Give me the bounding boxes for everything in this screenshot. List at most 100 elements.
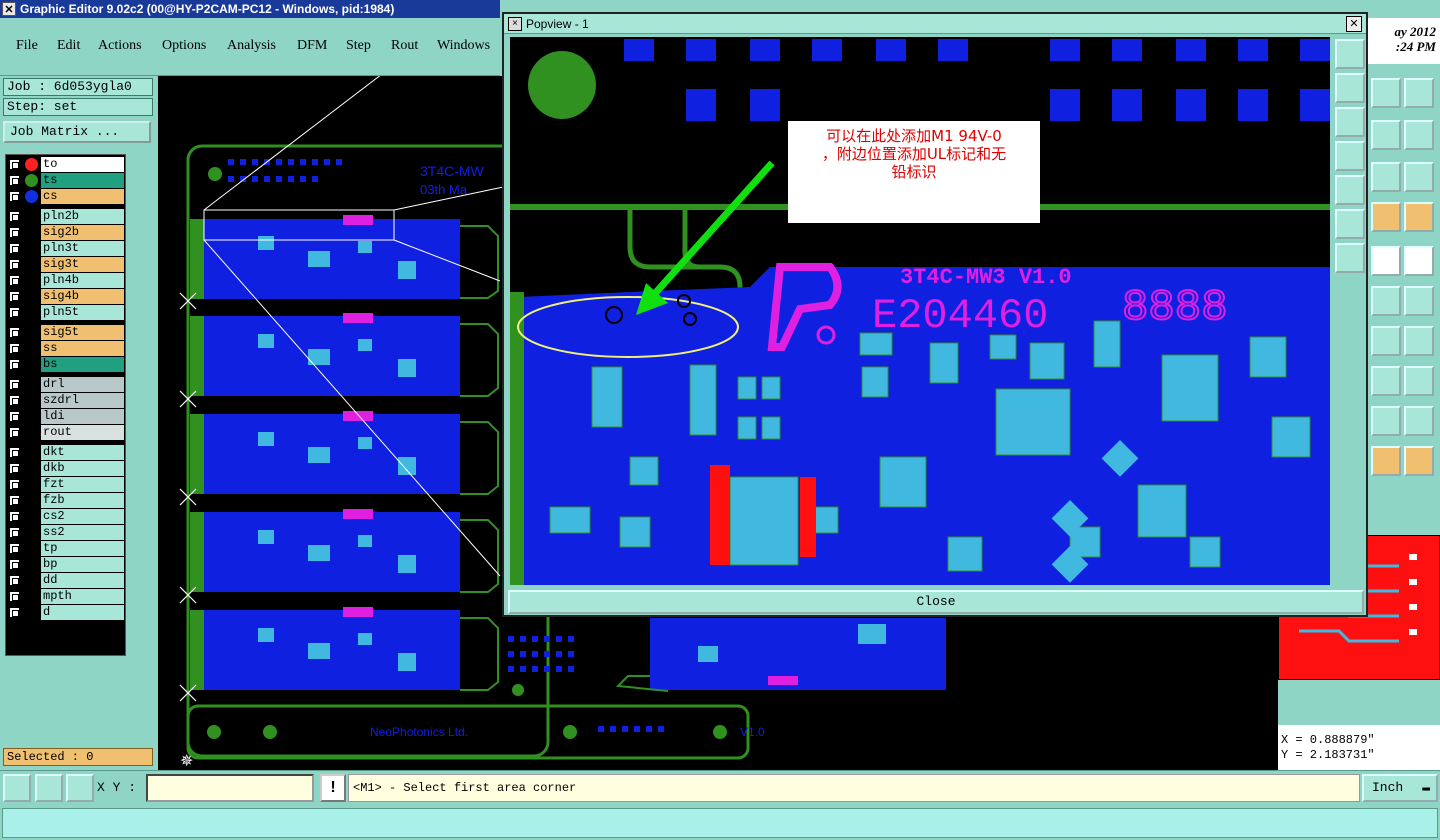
layer-checkbox[interactable] xyxy=(9,275,20,286)
layer-row-ldi[interactable]: ldi xyxy=(6,409,127,424)
snap-icon[interactable] xyxy=(1371,202,1401,232)
layer-checkbox[interactable] xyxy=(9,511,20,522)
layer-checkbox[interactable] xyxy=(9,379,20,390)
layer-checkbox[interactable] xyxy=(9,591,20,602)
scale-icon[interactable] xyxy=(1371,162,1401,192)
layer-checkbox[interactable] xyxy=(9,479,20,490)
layer-row-tp[interactable]: tp xyxy=(6,541,127,556)
help-icon[interactable] xyxy=(1404,162,1434,192)
layer-name[interactable]: sig2b xyxy=(41,225,124,240)
layer-name[interactable]: sig3t xyxy=(41,257,124,272)
popview-pan-right-icon[interactable] xyxy=(1335,175,1365,205)
layer-name[interactable]: ss2 xyxy=(41,525,124,540)
layer-row-pln5t[interactable]: pln5t xyxy=(6,305,127,320)
layer-checkbox[interactable] xyxy=(9,559,20,570)
layer-checkbox[interactable] xyxy=(9,607,20,618)
layer-name[interactable]: bp xyxy=(41,557,124,572)
layer-name[interactable]: dkb xyxy=(41,461,124,476)
angle-b-icon[interactable] xyxy=(1404,406,1434,436)
layer-row-rout[interactable]: rout xyxy=(6,425,127,440)
layer-row-bp[interactable]: bp xyxy=(6,557,127,572)
layer-checkbox[interactable] xyxy=(9,227,20,238)
layer-name[interactable]: dd xyxy=(41,573,124,588)
layer-checkbox[interactable] xyxy=(9,411,20,422)
arrow-tool-icon[interactable] xyxy=(1404,286,1434,316)
layer-checkbox[interactable] xyxy=(9,575,20,586)
layer-row-cs2[interactable]: cs2 xyxy=(6,509,127,524)
menu-edit[interactable]: Edit xyxy=(57,38,80,54)
layer-checkbox[interactable] xyxy=(9,243,20,254)
layer-name[interactable]: cs2 xyxy=(41,509,124,524)
layer-name[interactable]: pln3t xyxy=(41,241,124,256)
layer-row-sig4b[interactable]: sig4b xyxy=(6,289,127,304)
menu-windows[interactable]: Windows xyxy=(437,38,490,54)
layer-row-drl[interactable]: drl xyxy=(6,377,127,392)
layer-row-to[interactable]: to xyxy=(6,157,127,172)
layer-row-dkt[interactable]: dkt xyxy=(6,445,127,460)
layer-row-fzb[interactable]: fzb xyxy=(6,493,127,508)
layer-color-icon[interactable] xyxy=(25,158,38,171)
layer-color-icon[interactable] xyxy=(25,174,38,187)
layer-checkbox[interactable] xyxy=(9,343,20,354)
measure-icon[interactable] xyxy=(1404,246,1434,276)
layer-name[interactable]: cs xyxy=(41,189,124,204)
menu-file[interactable]: File xyxy=(16,38,38,54)
layer-checkbox[interactable] xyxy=(9,447,20,458)
layer-checkbox[interactable] xyxy=(9,527,20,538)
layer-name[interactable]: to xyxy=(41,157,124,172)
layer-name[interactable]: d xyxy=(41,605,124,620)
layer-row-ss[interactable]: ss xyxy=(6,341,127,356)
popview-canvas[interactable]: 3T4C-MW3 V1.0 E204460 8888 可以在此处添加M1 94V… xyxy=(510,37,1330,585)
layer-name[interactable]: pln4b xyxy=(41,273,124,288)
layer-checkbox[interactable] xyxy=(9,327,20,338)
layer-row-cs[interactable]: cs xyxy=(6,189,127,204)
menu-options[interactable]: Options xyxy=(162,38,206,54)
layer-checkbox[interactable] xyxy=(9,427,20,438)
layer-row-pln4b[interactable]: pln4b xyxy=(6,273,127,288)
home-view-icon[interactable] xyxy=(1371,78,1401,108)
ruler-icon[interactable] xyxy=(1371,246,1401,276)
layer-name[interactable]: sig4b xyxy=(41,289,124,304)
popview-pan-down-icon[interactable] xyxy=(1335,107,1365,137)
menu-dfm[interactable]: DFM xyxy=(297,38,327,54)
zoom-box-icon[interactable] xyxy=(1371,120,1401,150)
layer-checkbox[interactable] xyxy=(9,495,20,506)
window-close-icon[interactable]: ✕ xyxy=(2,2,16,16)
layer-row-dkb[interactable]: dkb xyxy=(6,461,127,476)
layer-name[interactable]: ldi xyxy=(41,409,124,424)
layer-checkbox[interactable] xyxy=(9,463,20,474)
job-matrix-button[interactable]: Job Matrix ... xyxy=(3,121,151,143)
layer-checkbox[interactable] xyxy=(9,175,20,186)
layer-name[interactable]: sig5t xyxy=(41,325,124,340)
window-view-icon[interactable] xyxy=(1404,78,1434,108)
zoom-area-icon[interactable] xyxy=(3,774,31,802)
menu-analysis[interactable]: Analysis xyxy=(227,38,276,54)
unit-select[interactable]: Inch ▬ xyxy=(1362,774,1438,802)
layer-checkbox[interactable] xyxy=(9,291,20,302)
popview-pan-left-icon[interactable] xyxy=(1335,141,1365,171)
layer-name[interactable]: szdrl xyxy=(41,393,124,408)
arc-tool-icon[interactable] xyxy=(1371,326,1401,356)
popview-fit-icon[interactable] xyxy=(1335,39,1365,69)
layer-name[interactable]: fzb xyxy=(41,493,124,508)
layer-checkbox[interactable] xyxy=(9,307,20,318)
text-tool-icon[interactable] xyxy=(1404,326,1434,356)
layer-row-fzt[interactable]: fzt xyxy=(6,477,127,492)
popview-zoom-in-icon[interactable] xyxy=(1335,209,1365,239)
layer-row-ss2[interactable]: ss2 xyxy=(6,525,127,540)
layer-row-d[interactable]: d xyxy=(6,605,127,620)
layer-name[interactable]: pln2b xyxy=(41,209,124,224)
layer-name[interactable]: rout xyxy=(41,425,124,440)
pad-tool-icon[interactable] xyxy=(1371,366,1401,396)
layer-checkbox[interactable] xyxy=(9,211,20,222)
layer-row-sig3t[interactable]: sig3t xyxy=(6,257,127,272)
layer-name[interactable]: ss xyxy=(41,341,124,356)
layer-checkbox[interactable] xyxy=(9,259,20,270)
layer-name[interactable]: tp xyxy=(41,541,124,556)
layer-row-pln2b[interactable]: pln2b xyxy=(6,209,127,224)
angle-a-icon[interactable] xyxy=(1371,406,1401,436)
layer-row-ts[interactable]: ts xyxy=(6,173,127,188)
layer-name[interactable]: dkt xyxy=(41,445,124,460)
menu-rout[interactable]: Rout xyxy=(391,38,418,54)
popview-zoom-out-icon[interactable] xyxy=(1335,243,1365,273)
